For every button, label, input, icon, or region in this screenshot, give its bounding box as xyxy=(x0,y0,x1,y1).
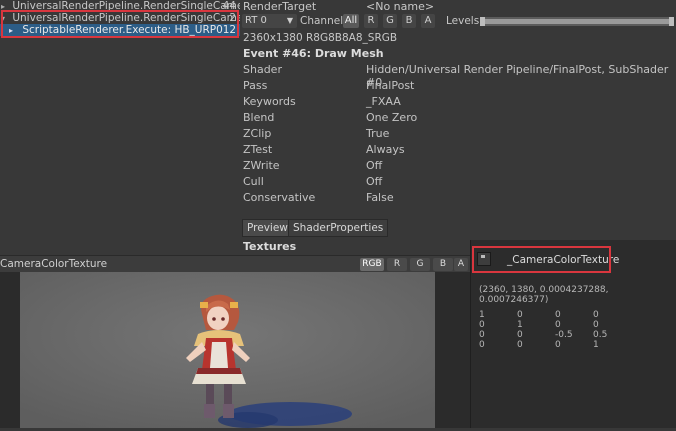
character-render-image xyxy=(20,272,435,428)
levels-slider[interactable] xyxy=(480,17,674,26)
matrix-row: 0 0 -0.5 0.5 xyxy=(479,330,669,340)
textures-heading: Textures xyxy=(243,240,297,253)
levels-max-handle[interactable] xyxy=(669,17,674,26)
property-label: ZClip xyxy=(243,127,272,140)
matrix-cell: 0 xyxy=(555,320,561,330)
levels-label: Levels xyxy=(446,15,480,27)
property-label: Cull xyxy=(243,175,264,188)
property-label: Conservative xyxy=(243,191,316,204)
matrix-cell: 0 xyxy=(517,330,523,340)
matrix-cell: 0 xyxy=(593,320,599,330)
property-value: True xyxy=(366,127,390,140)
matrix-cell: -0.5 xyxy=(555,330,573,340)
preview-b-button[interactable]: B xyxy=(433,258,453,271)
event-title: Event #46: Draw Mesh xyxy=(243,47,384,60)
texture-format: 2360x1380 R8G8B8A8_SRGB xyxy=(243,32,398,44)
matrix-cell: 0 xyxy=(517,340,523,350)
render-target-toolbar: RT 0 ▼ Channels All R G B A Levels xyxy=(240,14,676,30)
matrix-cell: 0 xyxy=(555,340,561,350)
preview-a-button[interactable]: A xyxy=(454,258,468,271)
channels-label: Channels xyxy=(300,15,349,27)
event-inspector: RenderTarget <No name> RT 0 ▼ Channels A… xyxy=(240,0,676,253)
property-value: Always xyxy=(366,143,405,156)
property-value: _FXAA xyxy=(366,95,401,108)
preview-title: CameraColorTexture xyxy=(0,258,108,270)
matrix-cell: 1 xyxy=(479,310,485,320)
matrix-cell: 1 xyxy=(593,340,599,350)
chevron-down-icon: ▼ xyxy=(286,16,293,25)
matrix-row: 1 0 0 0 xyxy=(479,310,669,320)
highlight-box xyxy=(472,246,611,273)
matrix-cell: 0 xyxy=(479,320,485,330)
channel-g-button[interactable]: G xyxy=(383,14,397,28)
property-label: Blend xyxy=(243,111,275,124)
property-label: Keywords xyxy=(243,95,296,108)
matrix-row: 0 1 0 0 xyxy=(479,320,669,330)
preview-g-button[interactable]: G xyxy=(410,258,430,271)
matrix-cell: 0 xyxy=(479,330,485,340)
property-label: ZWrite xyxy=(243,159,280,172)
matrix-cell: 0 xyxy=(593,310,599,320)
property-value: False xyxy=(366,191,394,204)
render-target-label: RenderTarget xyxy=(243,0,317,13)
property-label: Shader xyxy=(243,63,282,76)
texture-info-panel: _CameraColorTexture (2360, 1380, 0.00042… xyxy=(470,240,676,428)
matrix-cell: 1 xyxy=(517,320,523,330)
rt-dropdown-value: RT 0 xyxy=(245,15,267,26)
tab-shader-properties[interactable]: ShaderProperties xyxy=(288,219,389,237)
levels-range xyxy=(485,19,669,24)
frame-event-tree: ▸ UniversalRenderPipeline.RenderSingleCa… xyxy=(0,0,240,252)
texel-size-vector: (2360, 1380, 0.0004237288, 0.0007246377) xyxy=(479,285,609,305)
texture-preview-header: CameraColorTexture RGB R G B A xyxy=(0,255,470,273)
texture-preview-image xyxy=(20,272,435,428)
channel-all-button[interactable]: All xyxy=(343,14,359,28)
property-value: Off xyxy=(366,175,383,188)
highlight-box xyxy=(1,10,239,38)
channel-r-button[interactable]: R xyxy=(364,14,378,28)
matrix-cell: 0 xyxy=(517,310,523,320)
property-value: Off xyxy=(366,159,383,172)
rt-dropdown[interactable]: RT 0 ▼ xyxy=(242,14,297,28)
matrix-cell: 0 xyxy=(479,340,485,350)
tab-preview[interactable]: Preview xyxy=(242,219,293,237)
channel-a-button[interactable]: A xyxy=(421,14,435,28)
texture-preview-viewport[interactable] xyxy=(0,272,470,428)
property-value: FinalPost xyxy=(366,79,415,92)
channel-b-button[interactable]: B xyxy=(402,14,416,28)
property-label: ZTest xyxy=(243,143,273,156)
matrix-row: 0 0 0 1 xyxy=(479,340,669,350)
matrix-cell: 0 xyxy=(555,310,561,320)
render-target-value: <No name> xyxy=(366,0,435,13)
matrix-cell: 0.5 xyxy=(593,330,608,340)
preview-rgb-button[interactable]: RGB xyxy=(360,258,384,271)
preview-r-button[interactable]: R xyxy=(387,258,407,271)
property-value: One Zero xyxy=(366,111,418,124)
property-label: Pass xyxy=(243,79,268,92)
